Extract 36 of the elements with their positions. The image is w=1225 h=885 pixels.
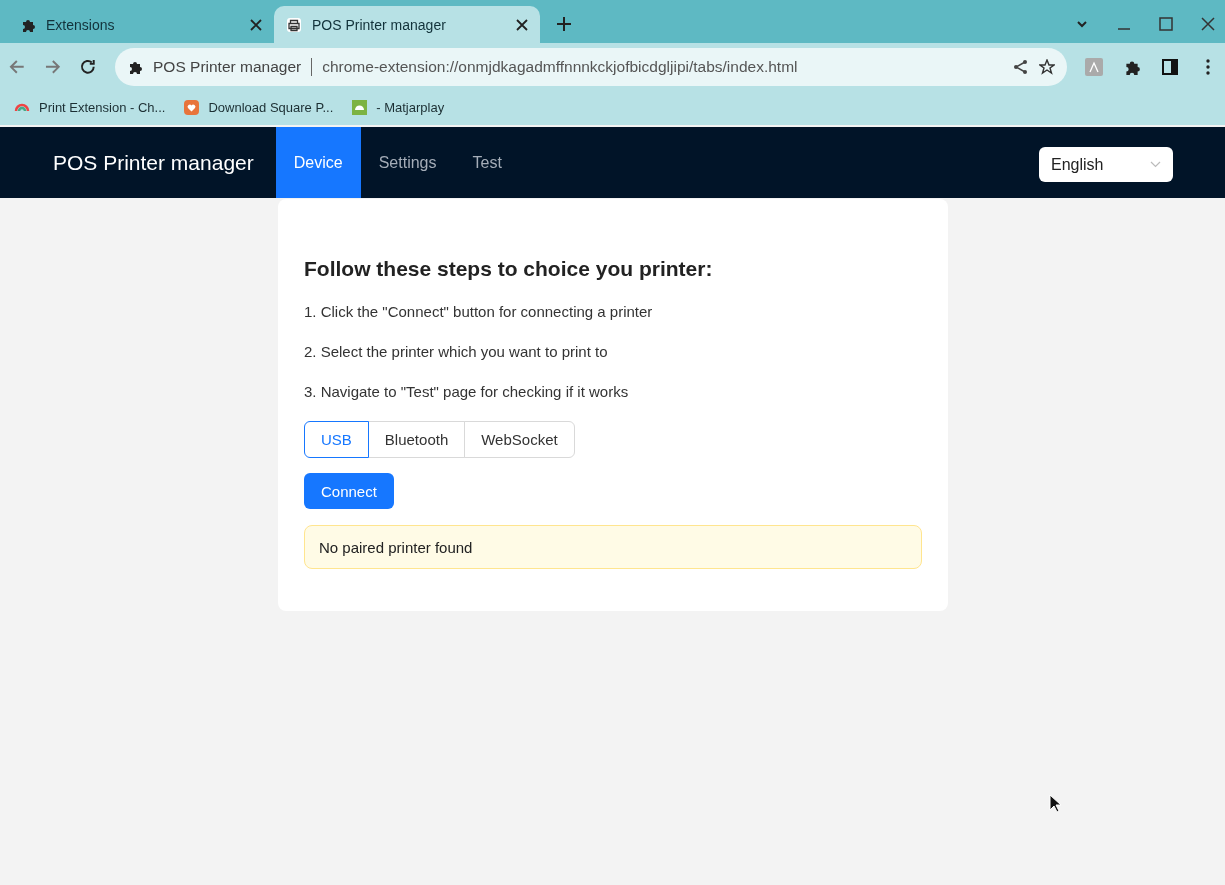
url-text: chrome-extension://onmjdkagadmffnnnkckjofbicdgljipi/tabs/index.html: [322, 57, 799, 76]
address-bar[interactable]: POS Printer manager chrome-extension://onmjdkagadmffnnnkckjofbicdgljipi/tabs/index.html: [115, 47, 1067, 86]
close-icon[interactable]: [516, 18, 528, 31]
close-icon[interactable]: [1201, 17, 1215, 31]
nav-tab[interactable]: Test: [454, 127, 520, 198]
cursor-icon: [1049, 794, 1061, 813]
warning-alert: No paired printer found: [304, 525, 922, 569]
step-text: 1. Click the "Connect" button for connecting a printer: [304, 303, 654, 320]
maximize-icon[interactable]: [1159, 17, 1173, 31]
share-icon[interactable]: [1013, 58, 1029, 75]
browser-tab[interactable]: Extensions: [8, 6, 274, 43]
app-title: POS Printer manager: [53, 150, 254, 175]
chevron-down-icon: [1150, 159, 1161, 170]
forward-arrow-icon[interactable]: [43, 57, 62, 76]
nav-tab[interactable]: Settings: [360, 127, 455, 198]
browser-tab[interactable]: POS Printer manager: [274, 6, 540, 43]
printer-icon: [286, 16, 302, 33]
segment-button[interactable]: Bluetooth: [367, 421, 466, 458]
language-select[interactable]: English: [1039, 147, 1173, 182]
step-text: 3. Navigate to "Test" page for checking if it works: [304, 383, 630, 400]
heading: Follow these steps to choice you printer:: [304, 257, 714, 281]
bookmark-link[interactable]: - Matjarplay: [376, 100, 445, 115]
segment-button[interactable]: USB: [304, 421, 369, 458]
bookmark-link[interactable]: Print Extension - Ch...: [39, 100, 166, 115]
nav-tab[interactable]: Device: [275, 127, 361, 198]
new-tab-icon[interactable]: [556, 16, 572, 32]
android-icon: [351, 99, 369, 116]
site-name: POS Printer manager: [153, 57, 302, 76]
segment-button[interactable]: WebSocket: [464, 421, 575, 458]
star-icon[interactable]: [1039, 58, 1055, 75]
connect-button[interactable]: Connect: [304, 473, 394, 509]
bookmark-link[interactable]: Download Square P...: [208, 100, 334, 115]
side-panel-icon[interactable]: [1161, 57, 1179, 76]
reload-icon[interactable]: [79, 57, 97, 76]
close-icon[interactable]: [250, 18, 262, 31]
step-text: 2. Select the printer which you want to print to: [304, 343, 609, 360]
